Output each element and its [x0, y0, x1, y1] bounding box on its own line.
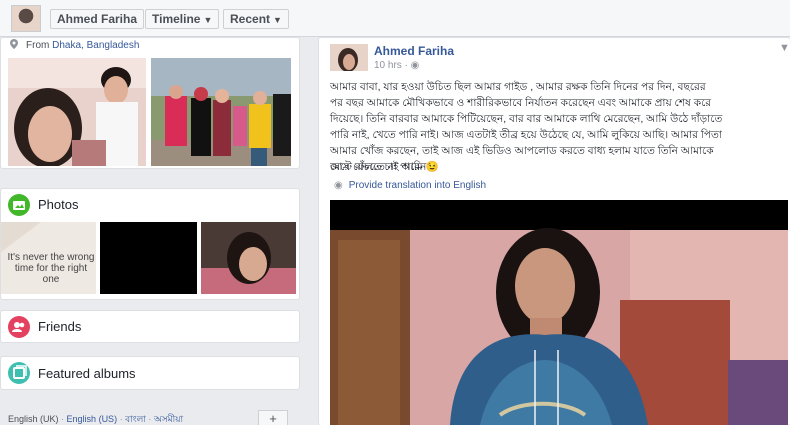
recent-dropdown[interactable]: Recent ▼	[223, 9, 289, 29]
post-time-text: 10 hrs	[374, 60, 402, 71]
post-video[interactable]	[330, 200, 788, 425]
map-pin-icon	[10, 39, 18, 49]
featured-photo-selfie[interactable]	[8, 58, 146, 166]
friends-icon	[8, 316, 30, 338]
top-bar: Ahmed Fariha Timeline ▼ Recent ▼	[0, 0, 790, 37]
photo-portrait[interactable]	[201, 222, 296, 294]
photos-title[interactable]: Photos	[38, 197, 78, 212]
from-place-link[interactable]: Dhaka, Bangladesh	[52, 40, 139, 51]
friends-title: Friends	[38, 319, 82, 334]
post-line: পারি নাই, খেতে পারি নাই। আজ এতটাই তীব্র …	[330, 129, 722, 141]
timeline-label: Timeline	[152, 12, 201, 26]
lang-separator: ·	[148, 414, 152, 424]
translate-label: Provide translation into English	[348, 180, 487, 191]
from-location: From Dhaka, Bangladesh	[10, 39, 139, 51]
more-languages-button[interactable]: +	[258, 410, 288, 425]
profile-avatar[interactable]	[11, 5, 41, 32]
featured-photo-group[interactable]	[151, 58, 291, 166]
albums-icon	[8, 362, 30, 384]
profile-name-label: Ahmed Fariha	[57, 12, 138, 26]
globe-icon: ◉	[334, 180, 343, 191]
lang-bangla[interactable]: বাংলা	[125, 414, 146, 424]
post-line: পর বছর আমাকে মৌখিকভাবে ও শারীরিকভাবে নির…	[330, 97, 712, 109]
avatar-image	[330, 44, 368, 71]
recent-label: Recent	[230, 12, 271, 26]
post-author-avatar[interactable]	[330, 44, 368, 71]
photos-icon	[8, 194, 30, 216]
albums-title: Featured albums	[38, 366, 136, 381]
post-line-last: জাস্ট বাঁচতে চাই আমি 😉	[330, 161, 439, 173]
selfie-image	[8, 58, 146, 166]
video-frame	[330, 200, 788, 425]
from-prefix: From	[26, 40, 50, 51]
portrait-image	[201, 222, 296, 294]
lang-english-uk[interactable]: English (UK)	[8, 414, 59, 424]
profile-name-button[interactable]: Ahmed Fariha	[50, 9, 145, 29]
photo-black[interactable]	[100, 222, 197, 294]
group-image	[151, 58, 291, 166]
chevron-down-icon: ▼	[273, 15, 282, 25]
post-line: দিয়েছে। তিনি বারবার আমাকে পিটিয়েছেন, ব…	[330, 113, 723, 125]
timeline-dropdown[interactable]: Timeline ▼	[145, 9, 220, 29]
lang-separator: ·	[61, 414, 65, 424]
lang-english-us[interactable]: English (US)	[67, 414, 118, 424]
lang-separator: ·	[119, 414, 123, 424]
chevron-down-icon: ▼	[203, 15, 213, 25]
translate-link[interactable]: ◉ Provide translation into English	[334, 180, 486, 191]
lang-assamese[interactable]: অসমীয়া	[154, 414, 183, 424]
post-author-name[interactable]: Ahmed Fariha	[374, 44, 454, 58]
post-timestamp[interactable]: 10 hrs · ◉	[374, 60, 419, 71]
post-line: আমার খোঁজ করছেন, তাই আজ এই ভিডিও আপলোড ক…	[330, 145, 714, 157]
post-options-chevron-down-icon[interactable]: ▼	[779, 42, 790, 54]
globe-icon: · ◉	[404, 60, 420, 71]
language-list: English (UK) · English (US) · বাংলা · অস…	[8, 412, 183, 425]
quote-text: It's never the wrong time for the right …	[7, 252, 95, 285]
photo-quote[interactable]: It's never the wrong time for the right …	[1, 222, 96, 294]
post-line: আমার বাবা, যার হওয়া উচিত ছিল আমার গাইড …	[330, 81, 706, 93]
